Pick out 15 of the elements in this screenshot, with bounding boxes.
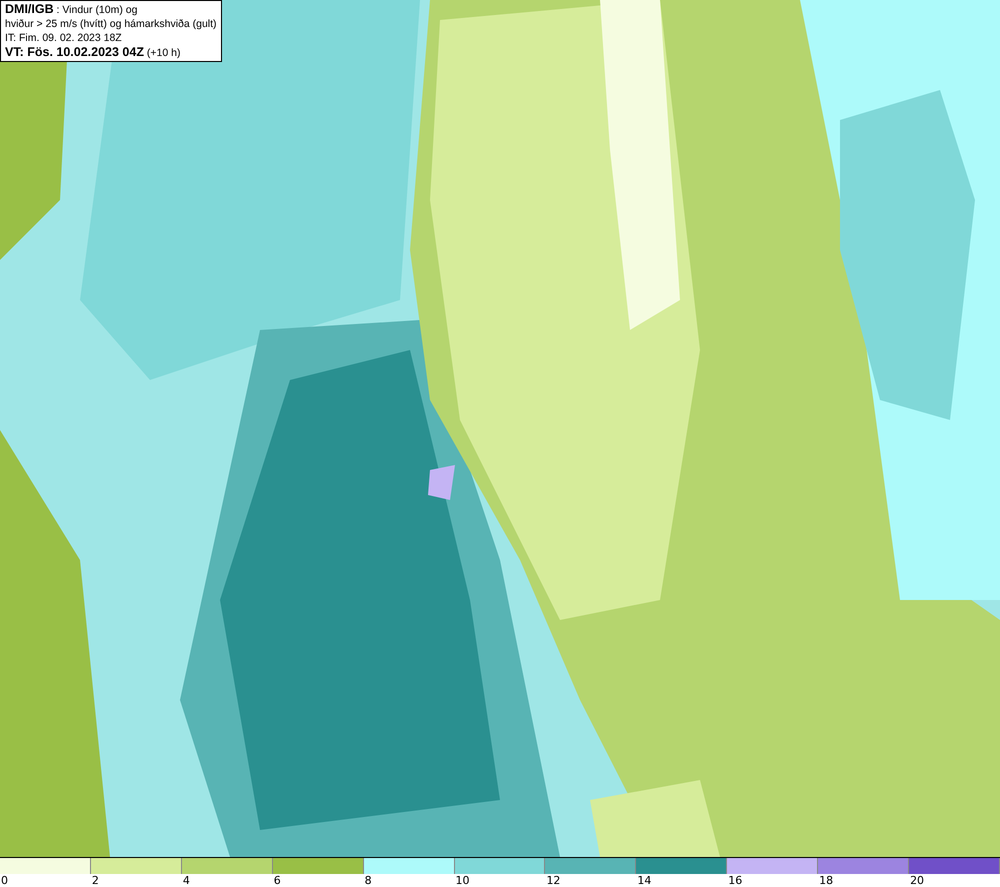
legend-label: 16 xyxy=(727,874,742,887)
legend-label: 12 xyxy=(545,874,560,887)
legend-label: 6 xyxy=(272,874,281,887)
legend-label: 18 xyxy=(818,874,834,887)
title-line: IT: Fim. 09. 02. 2023 18Z xyxy=(5,31,123,45)
title-line: VT: Fös. 10.02.2023 04Z (+10 h) xyxy=(5,45,182,60)
legend-label: 2 xyxy=(90,874,99,887)
title-line: DMI/IGB : Vindur (10m) og xyxy=(5,2,138,17)
legend-label: 8 xyxy=(364,874,372,887)
legend-label: 4 xyxy=(182,874,190,887)
legend-label: 20 xyxy=(909,874,924,887)
legend-label: 14 xyxy=(636,874,652,887)
title-line: hviður > 25 m/s (hvítt) og hámarkshviða (gult) xyxy=(5,17,217,31)
legend-label: 0 xyxy=(0,874,8,887)
legend-label: 10 xyxy=(454,874,470,887)
